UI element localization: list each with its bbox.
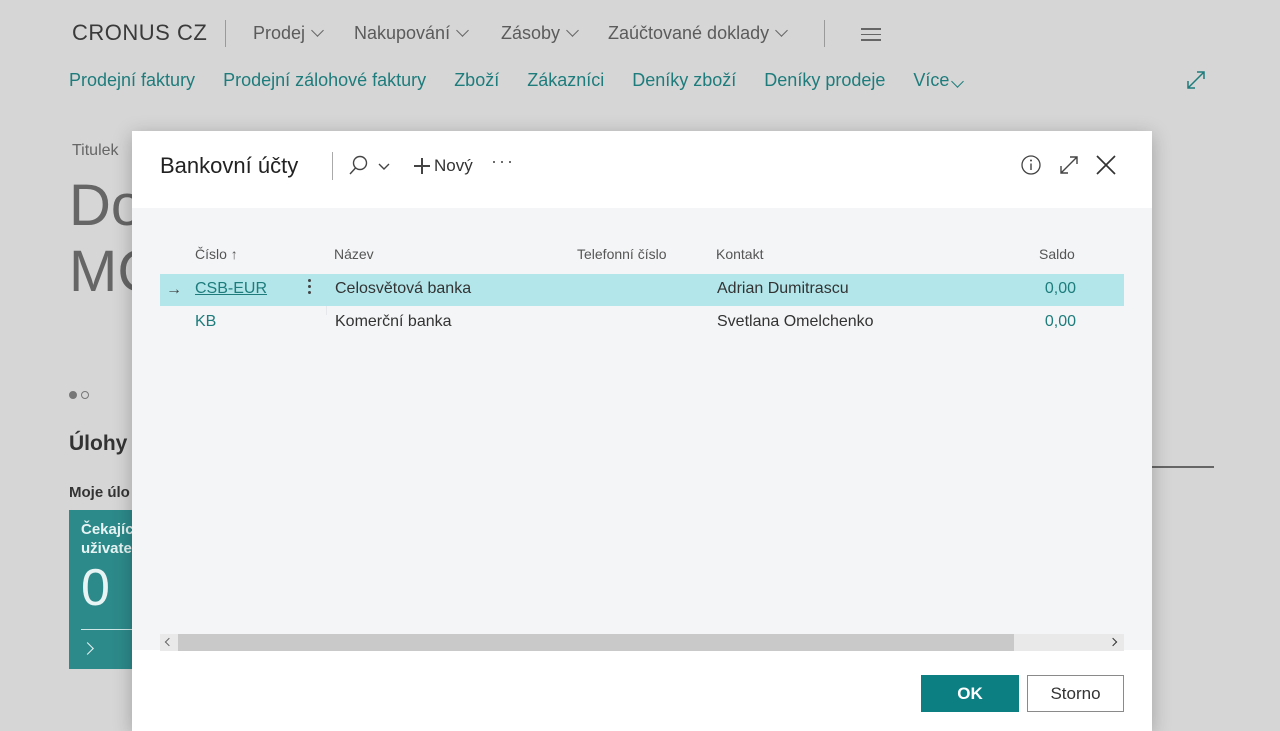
activity-tile[interactable]: Čekajíc uživate 0 — [69, 510, 132, 669]
table-row[interactable]: KB Komerční banka Svetlana Omelchenko 0,… — [160, 307, 1124, 339]
scrollbar-thumb[interactable] — [178, 634, 1014, 651]
bank-account-contact: Svetlana Omelchenko — [717, 313, 874, 330]
bank-account-balance[interactable]: 0,00 — [1045, 280, 1076, 298]
new-button[interactable]: Nový — [414, 156, 473, 176]
expand-icon[interactable] — [1058, 154, 1080, 176]
chevron-down-icon — [566, 24, 579, 37]
chevron-down-icon — [775, 24, 788, 37]
subnav-prodejni-zalohove-faktury[interactable]: Prodejní zálohové faktury — [223, 70, 426, 91]
divider — [332, 152, 333, 180]
column-header-name[interactable]: Název — [334, 246, 374, 262]
row-actions-icon[interactable] — [308, 279, 312, 299]
subnav-vice[interactable]: Více — [913, 70, 965, 91]
chevron-right-icon[interactable] — [1108, 637, 1118, 647]
divider — [225, 20, 226, 47]
info-icon[interactable] — [1020, 154, 1042, 176]
subnav-vice-label: Více — [913, 70, 950, 90]
horizontal-scrollbar[interactable] — [160, 634, 1124, 651]
bank-account-name: Celosvětová banka — [335, 280, 472, 297]
subnav-zbozi[interactable]: Zboží — [454, 70, 499, 91]
bank-accounts-dialog: Bankovní účty Nový ··· Číslo ↑ Název Tel… — [132, 131, 1152, 731]
plus-icon — [414, 158, 430, 174]
table-row[interactable]: → CSB-EUR Celosvětová banka Adrian Dumit… — [160, 274, 1124, 306]
chevron-down-icon — [311, 24, 324, 37]
bank-account-contact: Adrian Dumitrascu — [717, 280, 849, 297]
app-header: CRONUS CZ Prodej Nakupování Zásoby Zaúčt… — [0, 0, 1280, 68]
subnav-deniky-zbozi[interactable]: Deníky zboží — [632, 70, 736, 91]
headline-label: Titulek — [72, 142, 119, 159]
tile-title: Čekajíc uživate — [81, 520, 132, 558]
chevron-down-icon — [456, 24, 469, 37]
chevron-down-icon — [951, 75, 965, 88]
search-icon[interactable] — [347, 155, 395, 179]
nav-label: Zásoby — [501, 23, 561, 43]
carousel-dot-active[interactable] — [69, 391, 77, 399]
nav-label: Zaúčtované doklady — [608, 23, 770, 43]
column-header-label: Číslo — [195, 246, 227, 262]
ok-button[interactable]: OK — [921, 675, 1019, 712]
column-header-balance[interactable]: Saldo — [1039, 246, 1075, 262]
bank-account-number[interactable]: CSB-EUR — [195, 280, 267, 298]
tile-label-2: uživate — [81, 540, 132, 557]
carousel-dots[interactable] — [69, 391, 89, 399]
chevron-left-icon[interactable] — [164, 637, 174, 647]
divider — [1150, 466, 1214, 468]
column-header-phone[interactable]: Telefonní číslo — [577, 246, 667, 262]
close-icon[interactable] — [1095, 154, 1117, 176]
nav-label: Prodej — [253, 23, 306, 43]
carousel-dot[interactable] — [81, 391, 89, 399]
nav-label: Nakupování — [354, 23, 451, 43]
nav-zauctovane-doklady[interactable]: Zaúčtované doklady — [608, 23, 788, 44]
cancel-button[interactable]: Storno — [1027, 675, 1124, 712]
dialog-title: Bankovní účty — [160, 153, 299, 178]
divider — [81, 629, 132, 630]
divider — [824, 20, 825, 47]
subnav-prodejni-faktury[interactable]: Prodejní faktury — [69, 70, 195, 91]
activities-title: Úlohy — [69, 432, 128, 455]
column-header-contact[interactable]: Kontakt — [716, 246, 763, 262]
bank-account-balance[interactable]: 0,00 — [1045, 313, 1076, 331]
menu-icon[interactable] — [861, 28, 881, 45]
more-actions-button[interactable]: ··· — [491, 151, 515, 172]
company-name[interactable]: CRONUS CZ — [72, 20, 207, 46]
bank-account-number[interactable]: KB — [195, 313, 216, 331]
column-header-number[interactable]: Číslo ↑ — [195, 246, 238, 262]
my-tasks-label: Moje úlo — [69, 484, 130, 501]
sub-navigation: Prodejní faktury Prodejní zálohové faktu… — [69, 70, 965, 91]
nav-prodej[interactable]: Prodej — [253, 23, 324, 44]
sort-ascending-icon: ↑ — [230, 246, 238, 262]
nav-zasoby[interactable]: Zásoby — [501, 23, 579, 44]
expand-icon[interactable] — [1186, 70, 1206, 90]
tile-value: 0 — [81, 559, 110, 617]
nav-nakupovani[interactable]: Nakupování — [354, 23, 469, 44]
bank-account-name: Komerční banka — [335, 313, 452, 330]
subnav-deniky-prodeje[interactable]: Deníky prodeje — [764, 70, 885, 91]
subnav-zakaznici[interactable]: Zákazníci — [527, 70, 604, 91]
new-button-label: Nový — [434, 156, 473, 175]
arrow-right-icon: → — [166, 281, 182, 298]
chevron-right-icon — [81, 642, 94, 655]
tile-label-1: Čekajíc — [81, 521, 132, 538]
